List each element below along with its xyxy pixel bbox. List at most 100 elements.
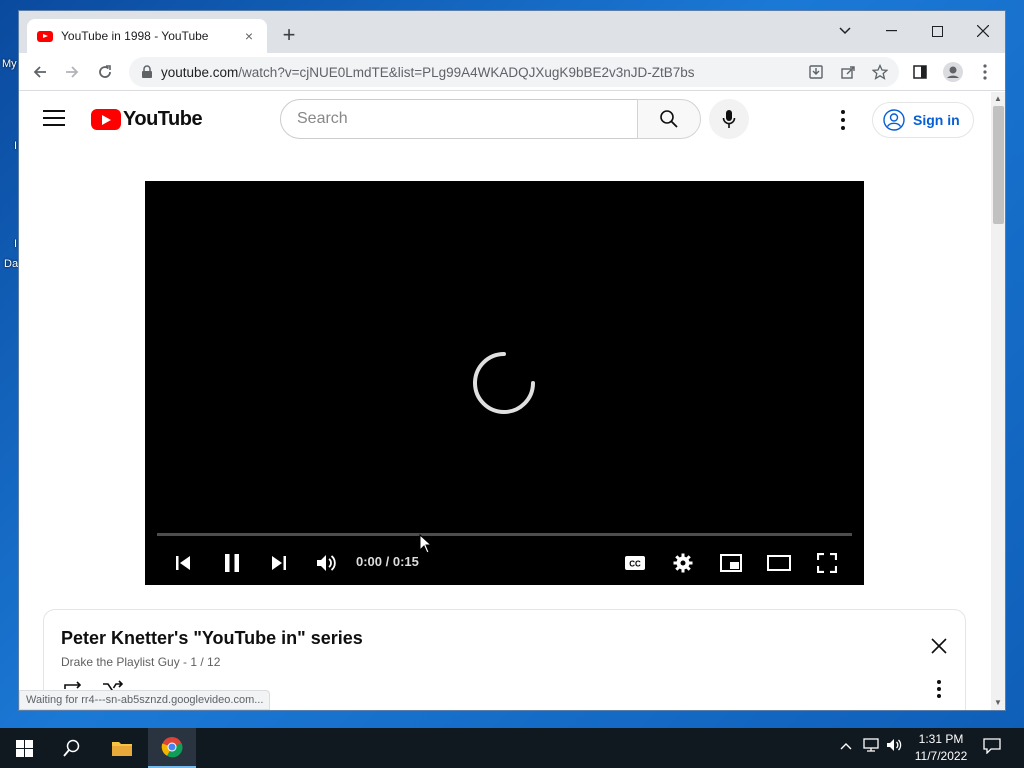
url-text: youtube.com/watch?v=cjNUE0LmdTE&list=PLg… — [161, 65, 695, 80]
share-button[interactable] — [839, 63, 857, 81]
youtube-favicon-icon — [37, 30, 53, 42]
youtube-page: YouTube Search Sign in 0:00 / 0:15 CC Pe… — [19, 92, 991, 710]
playlist-more-button[interactable] — [935, 679, 943, 699]
install-icon — [809, 65, 823, 79]
settings-icon — [673, 553, 693, 573]
settings-button[interactable] — [669, 549, 697, 577]
status-bar: Waiting for rr4---sn-ab5sznzd.googlevide… — [19, 690, 271, 710]
file-explorer-icon — [112, 742, 132, 756]
taskbar-clock[interactable]: 1:31 PM 11/7/2022 — [906, 731, 976, 765]
tab-youtube[interactable]: YouTube in 1998 - YouTube × — [27, 19, 267, 53]
chrome-menu-button[interactable] — [971, 58, 999, 86]
youtube-logo[interactable]: YouTube — [91, 108, 203, 131]
close-icon — [977, 25, 989, 37]
previous-icon — [176, 556, 190, 570]
captions-button[interactable]: CC — [621, 549, 649, 577]
speaker-icon — [887, 739, 902, 751]
sign-in-button[interactable]: Sign in — [872, 102, 974, 138]
sidepanel-icon — [913, 65, 927, 79]
volume-tray-button[interactable] — [886, 738, 902, 755]
bookmark-button[interactable] — [871, 63, 889, 81]
sign-in-label: Sign in — [913, 112, 960, 128]
captions-icon: CC — [625, 556, 645, 570]
start-button[interactable] — [0, 728, 48, 768]
browser-toolbar: youtube.com/watch?v=cjNUE0LmdTE&list=PLg… — [19, 53, 1005, 91]
desktop-icon-label[interactable]: I — [14, 140, 17, 152]
forward-button[interactable] — [58, 58, 86, 86]
pause-icon — [225, 554, 239, 572]
scroll-down-arrow-icon[interactable]: ▼ — [994, 698, 1002, 707]
profile-icon — [943, 62, 963, 82]
close-icon[interactable] — [929, 636, 949, 656]
miniplayer-button[interactable] — [717, 549, 745, 577]
taskbar-search-button[interactable] — [48, 728, 96, 768]
close-window-button[interactable] — [960, 17, 1005, 45]
tab-title: YouTube in 1998 - YouTube — [61, 29, 209, 43]
file-explorer-button[interactable] — [98, 728, 146, 768]
theater-icon — [767, 555, 791, 571]
desktop-icon-label[interactable]: Da — [4, 258, 18, 270]
volume-button[interactable] — [312, 549, 340, 577]
previous-button[interactable] — [169, 549, 197, 577]
new-tab-button[interactable]: + — [277, 23, 301, 47]
account-icon — [883, 109, 905, 131]
back-icon — [33, 66, 46, 78]
reload-icon — [99, 65, 111, 78]
search-button[interactable] — [637, 99, 701, 139]
taskbar: 1:31 PM 11/7/2022 — [0, 728, 1024, 768]
svg-text:CC: CC — [629, 560, 641, 569]
pause-button[interactable] — [218, 549, 246, 577]
search-input[interactable]: Search — [280, 99, 638, 139]
desktop-icon-label[interactable]: I — [14, 238, 17, 250]
back-button[interactable] — [26, 58, 54, 86]
voice-search-button[interactable] — [709, 99, 749, 139]
more-vert-icon — [983, 64, 987, 80]
maximize-button[interactable] — [914, 17, 960, 45]
share-icon — [841, 66, 855, 79]
scroll-thumb[interactable] — [993, 106, 1004, 224]
time-display: 0:00 / 0:15 — [356, 554, 419, 569]
maximize-icon — [931, 25, 943, 37]
windows-start-icon — [15, 739, 33, 757]
tab-search-button[interactable] — [822, 17, 868, 45]
chrome-icon — [161, 737, 183, 758]
profile-button[interactable] — [939, 58, 967, 86]
fullscreen-button[interactable] — [813, 549, 841, 577]
scroll-up-arrow-icon[interactable]: ▲ — [994, 94, 1002, 103]
show-hidden-icons-button[interactable] — [840, 738, 852, 753]
address-bar[interactable]: youtube.com/watch?v=cjNUE0LmdTE&list=PLg… — [129, 57, 899, 87]
youtube-header: YouTube Search Sign in — [19, 92, 991, 148]
browser-window: YouTube in 1998 - YouTube × + youtube.co… — [18, 10, 1006, 711]
mouse-cursor-icon — [419, 534, 433, 554]
tab-strip: YouTube in 1998 - YouTube × + — [19, 11, 1005, 53]
youtube-logo-text: YouTube — [123, 108, 203, 130]
progress-bar[interactable] — [157, 533, 852, 536]
volume-icon — [317, 555, 336, 571]
chrome-taskbar-button[interactable] — [148, 728, 196, 768]
loading-spinner-icon — [473, 352, 535, 414]
tab-close-button[interactable]: × — [241, 28, 257, 44]
minimize-button[interactable] — [868, 17, 914, 45]
miniplayer-icon — [720, 554, 742, 572]
side-panel-button[interactable] — [906, 58, 934, 86]
notification-icon — [983, 738, 1001, 755]
menu-icon[interactable] — [43, 110, 65, 128]
page-scrollbar[interactable]: ▲ ▼ — [991, 92, 1005, 710]
reload-button[interactable] — [91, 58, 119, 86]
search-icon — [660, 110, 678, 128]
video-player[interactable]: 0:00 / 0:15 CC — [145, 181, 864, 585]
playlist-subtitle[interactable]: Drake the Playlist Guy - 1 / 12 — [61, 655, 220, 669]
fullscreen-icon — [817, 553, 837, 573]
url-host: youtube.com — [161, 64, 239, 80]
install-app-button[interactable] — [807, 63, 825, 81]
minimize-icon — [885, 30, 897, 32]
notification-center-button[interactable] — [983, 738, 1001, 757]
next-button[interactable] — [265, 549, 293, 577]
playlist-title[interactable]: Peter Knetter's "YouTube in" series — [61, 628, 363, 649]
theater-mode-button[interactable] — [765, 549, 793, 577]
lock-icon[interactable] — [141, 65, 153, 79]
youtube-logo-icon — [91, 109, 121, 130]
network-button[interactable] — [863, 738, 879, 755]
settings-menu-button[interactable] — [837, 108, 849, 132]
desktop-icon-label[interactable]: My — [2, 58, 17, 70]
